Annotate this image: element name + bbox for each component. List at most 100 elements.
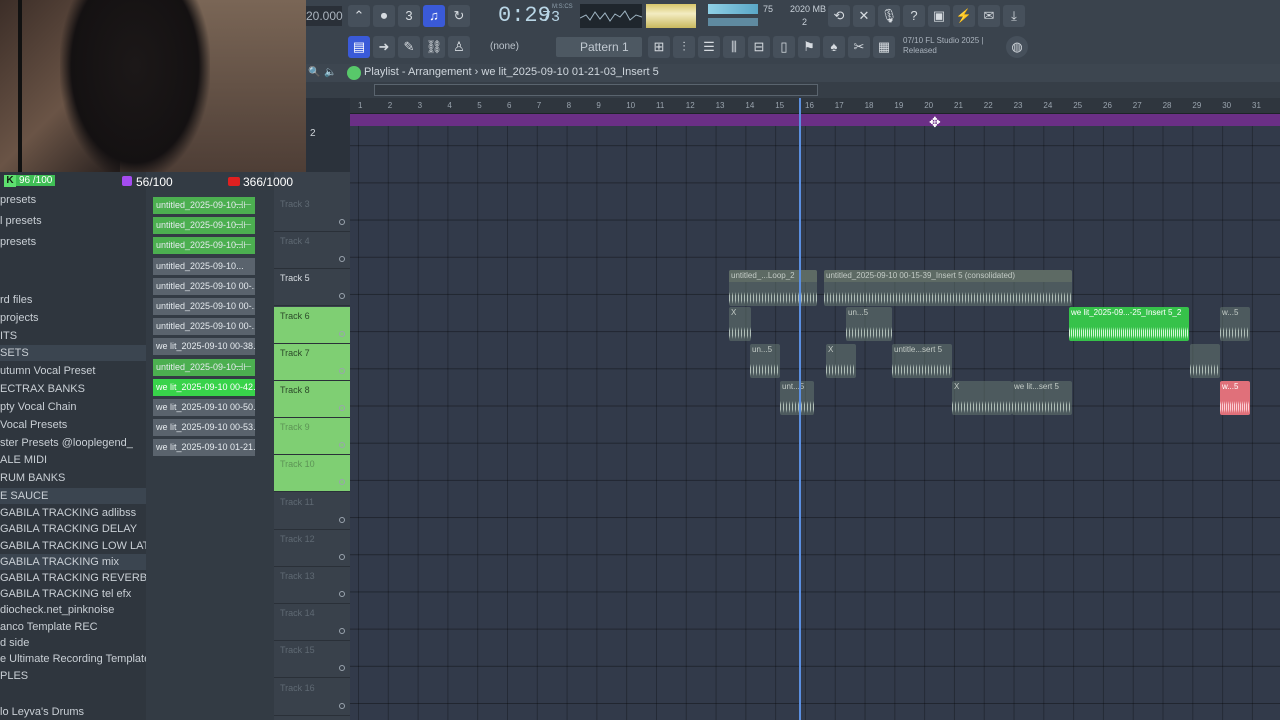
chat-icon[interactable]: ✉	[978, 5, 1000, 27]
picker-item[interactable]: untitled_2025-09-10 00-...	[153, 318, 255, 336]
picker-item[interactable]: untitled_2025-09-10 00-...	[153, 277, 255, 295]
track-header[interactable]: Track 13	[274, 567, 350, 604]
picker-item[interactable]: untitled_2025-09-10... ⊣⊢	[153, 217, 255, 235]
picker-item[interactable]: we lit_2025-09-10 00-50...	[153, 399, 255, 416]
browser-icon[interactable]: ⊟	[748, 36, 770, 58]
countdown-icon[interactable]: 3	[398, 5, 420, 27]
stamp-icon[interactable]: ♙	[448, 36, 470, 58]
track-header[interactable]: Track 4	[274, 232, 350, 270]
track-header[interactable]: Track 15	[274, 641, 350, 679]
save-icon[interactable]: ▣	[928, 5, 950, 27]
track-enable-icon[interactable]	[339, 442, 345, 449]
audio-clip[interactable]: we lit...sert 5	[1012, 381, 1072, 415]
audio-clip[interactable]: X	[952, 381, 1012, 415]
speaker-icon[interactable]: 🔈	[324, 67, 336, 78]
picker-item[interactable]: we lit_2025-09-10 00-38...	[153, 338, 255, 356]
audio-clip[interactable]: unt...5	[780, 381, 814, 415]
browser-item[interactable]: lo Leyva's Drums	[0, 704, 146, 720]
track-header[interactable]: Track 5	[274, 269, 350, 307]
track-enable-icon[interactable]	[339, 367, 345, 374]
tempo-display[interactable]: 20.000	[306, 6, 343, 26]
track-header[interactable]: Track 9	[274, 418, 350, 456]
faders-icon[interactable]: ⫼	[723, 36, 745, 58]
browser-item[interactable]: l presets	[0, 213, 146, 229]
track-header[interactable]: Track 12	[274, 530, 350, 567]
track-enable-icon[interactable]	[339, 553, 345, 560]
browser-item[interactable]: PLES	[0, 668, 146, 684]
track-enable-icon[interactable]	[339, 665, 345, 672]
track-header[interactable]: Track 11	[274, 493, 350, 530]
plugin-db-icon[interactable]: ⚑	[798, 36, 820, 58]
track-enable-icon[interactable]	[339, 628, 345, 635]
track-header[interactable]: Track 16	[274, 679, 350, 716]
browser-item[interactable]: projects	[0, 310, 146, 326]
paint-bucket-icon[interactable]: ♠	[823, 36, 845, 58]
browser-item[interactable]: GABILA TRACKING REVERB	[0, 570, 146, 586]
browser-item[interactable]: ALE MIDI	[0, 452, 146, 468]
mic-icon[interactable]: 🎙	[878, 5, 900, 27]
picker-item[interactable]: we lit_2025-09-10 00-53...	[153, 419, 255, 437]
audio-clip[interactable]: untitle...sert 5	[892, 344, 952, 378]
zoom-icon[interactable]: 🔍	[308, 67, 320, 78]
playlist-menu-icon[interactable]	[347, 66, 361, 80]
browser-item[interactable]: Vocal Presets	[0, 417, 146, 433]
browser-item[interactable]: ITS	[0, 328, 146, 344]
picker-item[interactable]: untitled_2025-09-10 00-...	[153, 298, 255, 315]
track-header[interactable]: Track 10	[274, 455, 350, 493]
track-enable-icon[interactable]	[339, 293, 345, 300]
download-icon[interactable]: ⤓	[1003, 5, 1025, 27]
playhead[interactable]	[799, 98, 801, 720]
browser-item[interactable]: d side	[0, 635, 146, 651]
automation-lane[interactable]	[350, 114, 1280, 126]
tag-icon[interactable]: ✂	[848, 36, 870, 58]
undo-history-icon[interactable]: ⟲	[828, 5, 850, 27]
browser-item[interactable]: pty Vocal Chain	[0, 399, 146, 415]
browser-item[interactable]: ster Presets @looplegend_	[0, 435, 146, 451]
audio-clip[interactable]: un...5	[846, 307, 892, 341]
pattern-select[interactable]: Pattern 1	[556, 37, 642, 57]
track-header[interactable]: Track 6	[274, 306, 350, 344]
audio-clip[interactable]: X	[729, 307, 751, 341]
picker-item[interactable]: untitled_2025-09-10... ⊣⊢	[153, 237, 255, 255]
metronome-icon[interactable]: ⌃	[348, 5, 370, 27]
horizontal-scrollbar[interactable]	[374, 84, 818, 96]
audio-clip[interactable]: X	[826, 344, 856, 378]
paint-tool-icon[interactable]: ✎	[398, 36, 420, 58]
browser-item[interactable]: presets	[0, 192, 146, 208]
track-enable-icon[interactable]	[339, 256, 345, 263]
browser-item[interactable]: GABILA TRACKING mix	[0, 554, 146, 570]
track-header[interactable]: Track 8	[274, 381, 350, 418]
track-enable-icon[interactable]	[339, 330, 345, 337]
browser-item[interactable]: GABILA TRACKING adlibss	[0, 505, 146, 521]
track-enable-icon[interactable]	[339, 516, 345, 523]
track-header[interactable]: Track 14	[274, 604, 350, 642]
mixer-icon[interactable]: ⫶	[673, 36, 695, 58]
browser-item[interactable]: GABILA TRACKING tel efx	[0, 586, 146, 602]
browser-item[interactable]: SETS	[0, 345, 146, 361]
browser-item[interactable]: presets	[0, 234, 146, 250]
track-enable-icon[interactable]	[339, 702, 345, 709]
track-enable-icon[interactable]	[339, 479, 345, 486]
picker-item[interactable]: we lit_2025-09-10 00-42...	[153, 378, 255, 396]
browser-item[interactable]: RUM BANKS	[0, 470, 146, 486]
loop-record-icon[interactable]: ↻	[448, 5, 470, 27]
browser-item[interactable]: utumn Vocal Preset	[0, 363, 146, 379]
snap-select[interactable]: (none)	[480, 37, 546, 57]
picker-item[interactable]: we lit_2025-09-10 01-21...	[153, 439, 255, 457]
track-enable-icon[interactable]	[339, 591, 345, 597]
blend-notes-icon[interactable]: ♫	[423, 5, 445, 27]
picker-item[interactable]: untitled_2025-09-10...	[153, 257, 255, 275]
audio-clip[interactable]: untitled_2025-09-10 00-15-39_Insert 5 (c…	[824, 270, 1072, 306]
browser-item[interactable]: GABILA TRACKING DELAY	[0, 521, 146, 537]
browser-item[interactable]: E SAUCE	[0, 488, 146, 504]
audio-clip[interactable]	[1190, 344, 1220, 378]
track-header[interactable]: Track 7	[274, 343, 350, 381]
picker-item[interactable]: untitled_2025-09-10... ⊣⊢	[153, 197, 255, 214]
channel-rack-icon[interactable]: ⊞	[648, 36, 670, 58]
wait-input-icon[interactable]: ⏺	[373, 5, 395, 27]
track-enable-icon[interactable]	[339, 219, 345, 225]
audio-clip[interactable]: w...5	[1220, 307, 1250, 341]
browser-item[interactable]: ECTRAX BANKS	[0, 381, 146, 397]
shop-icon[interactable]: ▦	[873, 36, 895, 58]
browser-item[interactable]: GABILA TRACKING LOW LATENCY	[0, 538, 146, 554]
